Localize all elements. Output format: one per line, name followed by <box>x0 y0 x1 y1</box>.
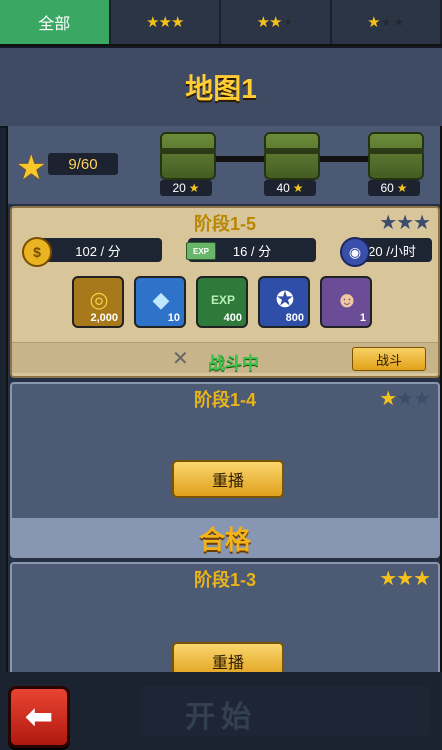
reward-items: ◎ 2,000 ◆ 10 EXP 400 ✪ 800 ☻ 1 <box>72 276 392 334</box>
replay-button[interactable]: 重播 <box>172 642 284 672</box>
tab-all-label: 全部 <box>38 16 71 33</box>
star-icon: ★ <box>292 181 304 195</box>
chest-3-requirement: 60 ★ <box>368 180 420 196</box>
star-icon: ★ <box>188 181 200 195</box>
star-icon: ★ <box>396 181 408 195</box>
chest-1-value: 20 <box>172 181 186 195</box>
star-icon: ★ <box>16 149 47 187</box>
stage-title: 阶段1-4 <box>193 390 256 410</box>
reward-diamond[interactable]: ◆ 10 <box>134 276 186 328</box>
replay-button[interactable]: 重播 <box>172 460 284 498</box>
battle-status-bar: ✕ 战斗中 战斗 <box>12 342 438 373</box>
stage-title: 阶段1-5 <box>193 214 256 234</box>
tab-one-star[interactable]: ★★★ <box>332 0 442 44</box>
filter-tabs: 全部 ★★★ ★★★ ★★★ <box>0 0 442 46</box>
stage-stars-icon: ★★★ <box>379 568 431 590</box>
pass-label: 合格 <box>198 525 251 555</box>
gold-coins-icon: ◎ <box>89 287 109 312</box>
chest-3-value: 60 <box>380 181 394 195</box>
battle-status: 战斗中 <box>208 354 259 373</box>
tab-two-stars[interactable]: ★★★ <box>221 0 332 44</box>
chest-2-requirement: 40 ★ <box>264 180 316 196</box>
medal-icon: ◉ <box>340 237 370 267</box>
star-progress: ★ 9/60 20 ★ 40 ★ 60 ★ <box>8 126 440 204</box>
two-stars-icon: ★★★ <box>256 14 295 31</box>
exp-ticket-icon: EXP <box>186 242 216 260</box>
map-title: 地图1 <box>185 73 257 104</box>
stage-list[interactable]: ★ 9/60 20 ★ 40 ★ 60 ★ 阶段1-5 ★★★ 102 / 分 $ 1… <box>6 126 442 672</box>
income-rates: 102 / 分 $ 16 / 分 EXP 20 /小时 ◉ <box>22 237 432 267</box>
chest-1-requirement: 20 ★ <box>160 180 212 196</box>
reward-soldier[interactable]: ☻ 1 <box>320 276 372 328</box>
map-header: 地图1 <box>0 46 442 128</box>
reward-chest-1[interactable] <box>160 132 216 180</box>
crossed-guns-icon: ✕ <box>172 348 189 370</box>
star-count: 9/60 <box>48 153 118 175</box>
exp-rate-text: 16 / 分 <box>232 243 272 259</box>
three-stars-icon: ★★★ <box>146 14 184 31</box>
stage-title: 阶段1-3 <box>193 570 256 590</box>
stage-stars-icon: ★★★ <box>379 212 431 234</box>
one-star-icon: ★★★ <box>367 14 405 31</box>
soldier-portrait-icon: ☻ <box>335 287 359 312</box>
medal-rate-text: 20 /小时 <box>368 243 416 259</box>
gold-rate-text: 102 / 分 <box>75 243 121 259</box>
chest-2-value: 40 <box>276 181 290 195</box>
stage-card-active[interactable]: 阶段1-5 ★★★ 102 / 分 $ 16 / 分 EXP 20 /小时 ◉ … <box>10 206 440 378</box>
diamond-icon: ◆ <box>152 287 170 312</box>
reward-gold[interactable]: ◎ 2,000 <box>72 276 124 328</box>
fight-button[interactable]: 战斗 <box>352 347 426 371</box>
back-arrow-icon[interactable]: ⬅ <box>8 686 70 748</box>
medal-icon: ✪ <box>275 287 295 312</box>
reward-chest-3[interactable] <box>368 132 424 180</box>
start-label: 开始 <box>185 701 257 734</box>
start-button-disabled <box>140 686 430 736</box>
tab-all[interactable]: 全部 <box>0 0 111 44</box>
reward-chest-2[interactable] <box>264 132 320 180</box>
gold-rate: 102 / 分 <box>34 238 162 262</box>
stage-stars-icon: ★★★ <box>379 388 431 410</box>
stage-card[interactable]: 阶段1-3 ★★★ 重播 <box>10 562 440 672</box>
reward-medal[interactable]: ✪ 800 <box>258 276 310 328</box>
reward-exp[interactable]: EXP 400 <box>196 276 248 328</box>
exp-ticket-icon: EXP <box>210 293 235 307</box>
stage-card[interactable]: 阶段1-4 ★★★ 重播 合格 <box>10 382 440 558</box>
tab-three-stars[interactable]: ★★★ <box>111 0 221 44</box>
coin-icon: $ <box>22 237 52 267</box>
